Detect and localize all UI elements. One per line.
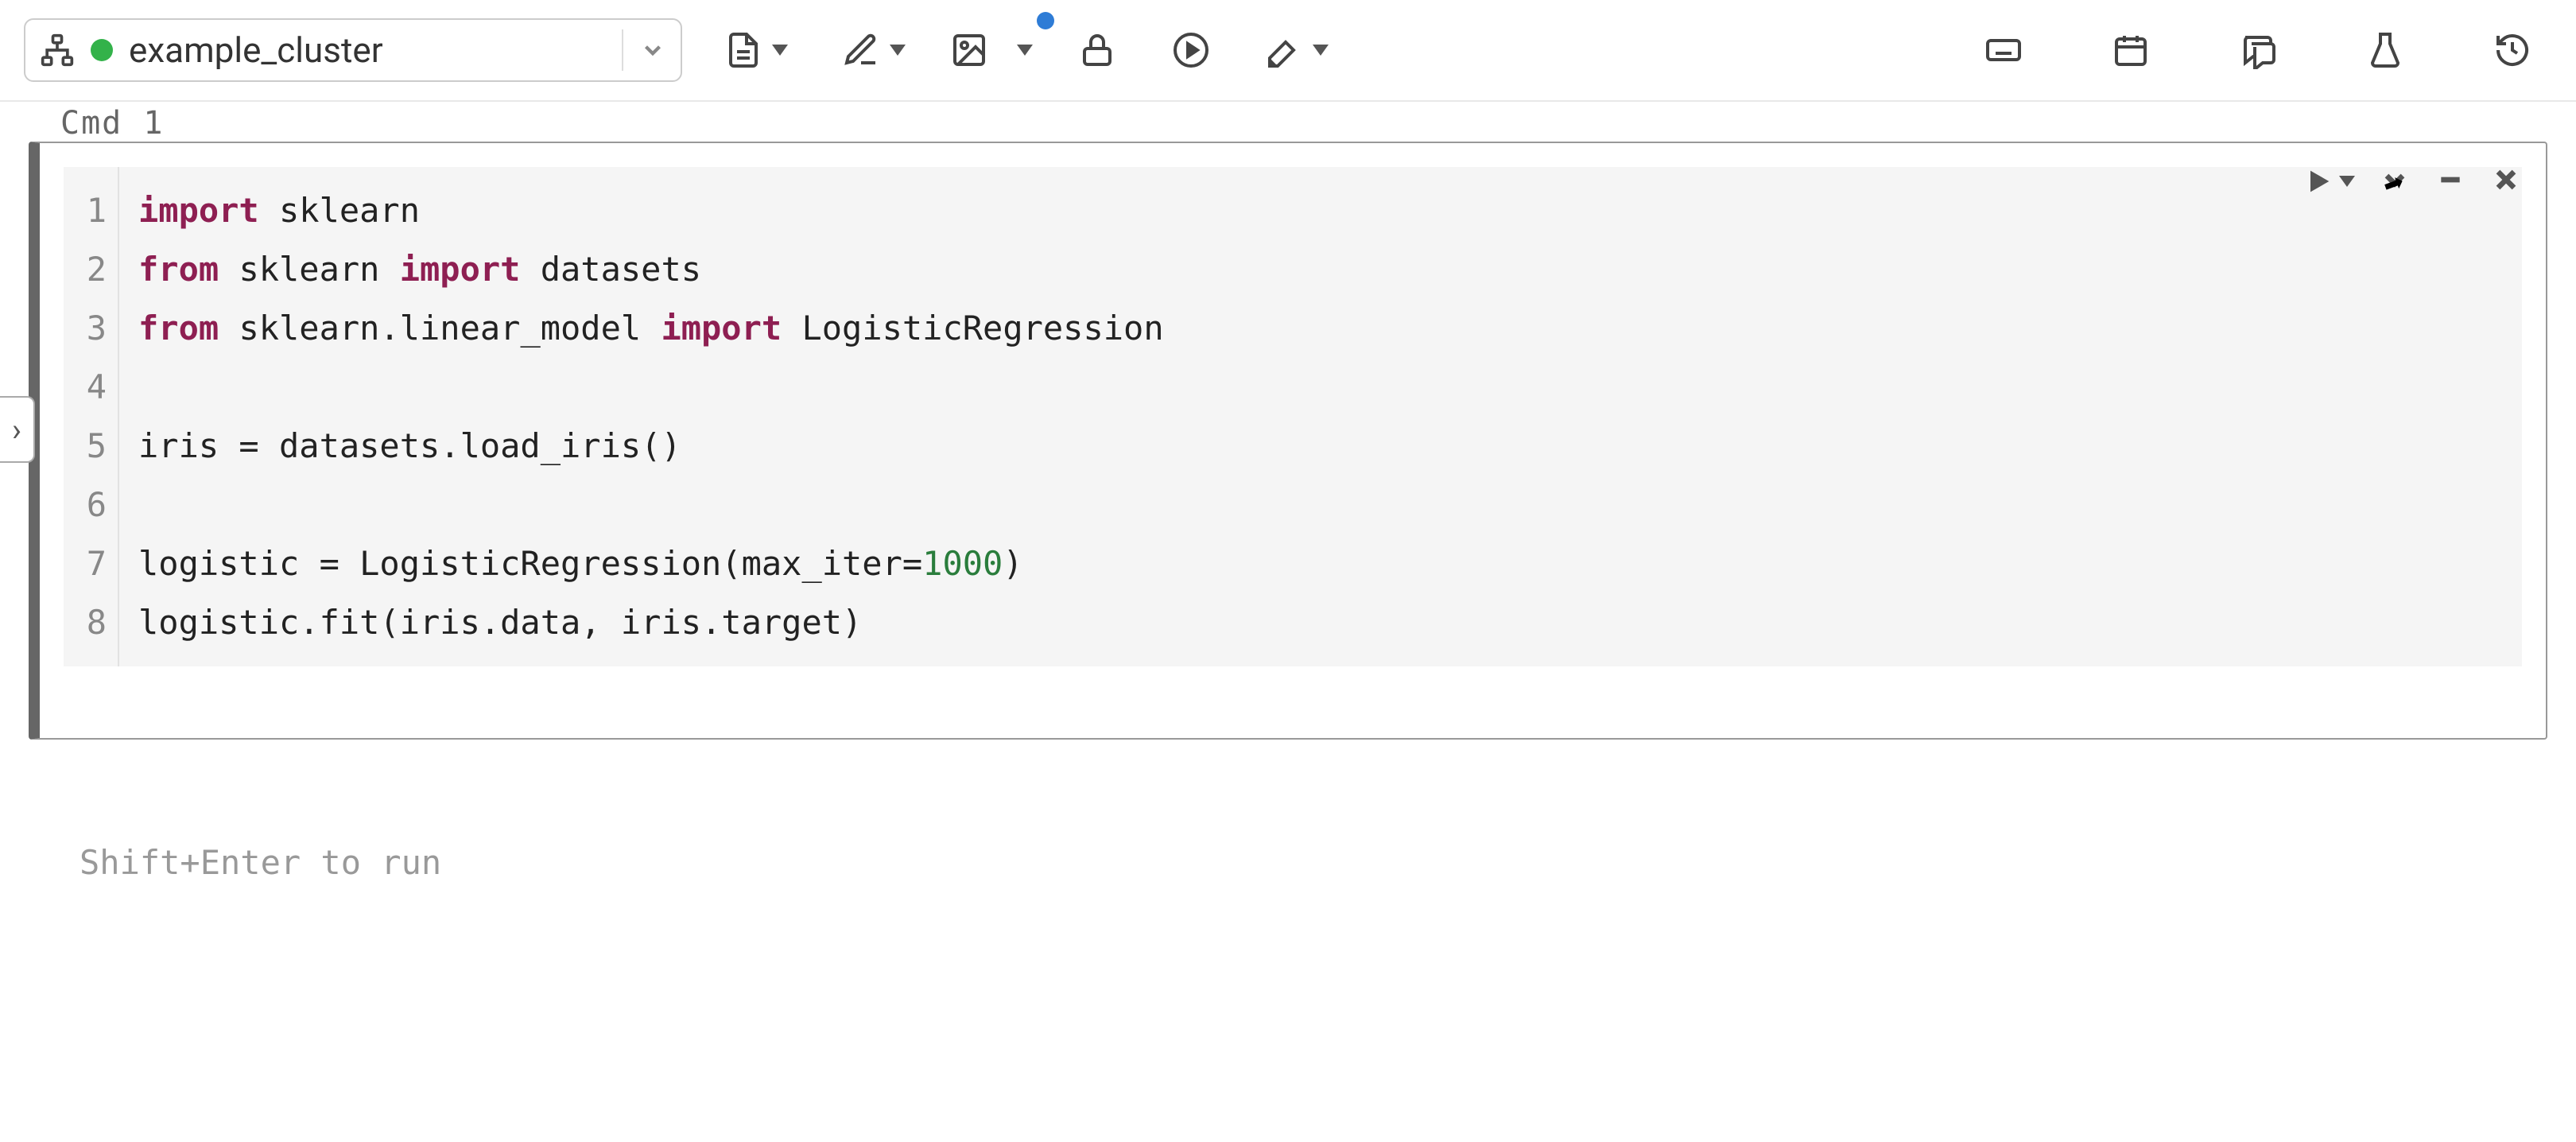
caret-down-icon — [2339, 176, 2355, 187]
chevron-down-icon[interactable] — [639, 37, 666, 64]
hierarchy-icon — [40, 33, 75, 68]
run-hint: Shift+Enter to run — [80, 843, 2576, 882]
cluster-name: example_cluster — [129, 29, 606, 71]
clear-menu-button[interactable] — [1253, 18, 1340, 82]
notebook-toolbar: example_cluster — [0, 0, 2576, 102]
run-all-button[interactable] — [1159, 18, 1223, 82]
line-number: 8 — [64, 593, 118, 652]
code-editor[interactable]: 12345678 import sklearnfrom sklearn impo… — [64, 167, 2522, 666]
experiments-button[interactable] — [2353, 18, 2417, 82]
minimize-cell-button[interactable] — [2434, 164, 2466, 199]
notification-dot-icon — [1037, 12, 1054, 29]
code-content[interactable]: import sklearnfrom sklearn import datase… — [119, 167, 2522, 666]
line-gutter: 12345678 — [64, 167, 119, 666]
line-number: 4 — [64, 358, 118, 417]
cluster-status-dot — [91, 39, 113, 61]
code-cell[interactable]: 12345678 import sklearnfrom sklearn impo… — [29, 142, 2547, 740]
comments-button[interactable] — [2226, 18, 2290, 82]
line-number: 6 — [64, 476, 118, 534]
file-menu-button[interactable] — [712, 18, 800, 82]
view-menu-button[interactable] — [948, 18, 1035, 82]
sidebar-expand-handle[interactable]: › — [0, 396, 35, 463]
run-cell-button[interactable] — [2302, 165, 2355, 197]
permissions-lock-button[interactable] — [1065, 18, 1129, 82]
divider — [622, 29, 623, 71]
cell-label: Cmd 1 — [60, 105, 2547, 142]
caret-down-icon — [890, 45, 906, 56]
delete-cell-button[interactable] — [2490, 164, 2522, 199]
schedule-button[interactable] — [2099, 18, 2163, 82]
revision-history-button[interactable] — [2481, 18, 2544, 82]
caret-down-icon — [772, 45, 788, 56]
cell-action-bar — [2302, 164, 2522, 199]
edit-menu-button[interactable] — [830, 18, 918, 82]
line-number: 2 — [64, 240, 118, 299]
keyboard-shortcuts-button[interactable] — [1972, 18, 2035, 82]
cluster-selector[interactable]: example_cluster — [24, 18, 682, 82]
line-number: 1 — [64, 181, 118, 240]
line-number: 7 — [64, 534, 118, 593]
caret-down-icon — [1017, 45, 1033, 56]
caret-down-icon — [1313, 45, 1329, 56]
line-number: 5 — [64, 417, 118, 476]
line-number: 3 — [64, 299, 118, 358]
